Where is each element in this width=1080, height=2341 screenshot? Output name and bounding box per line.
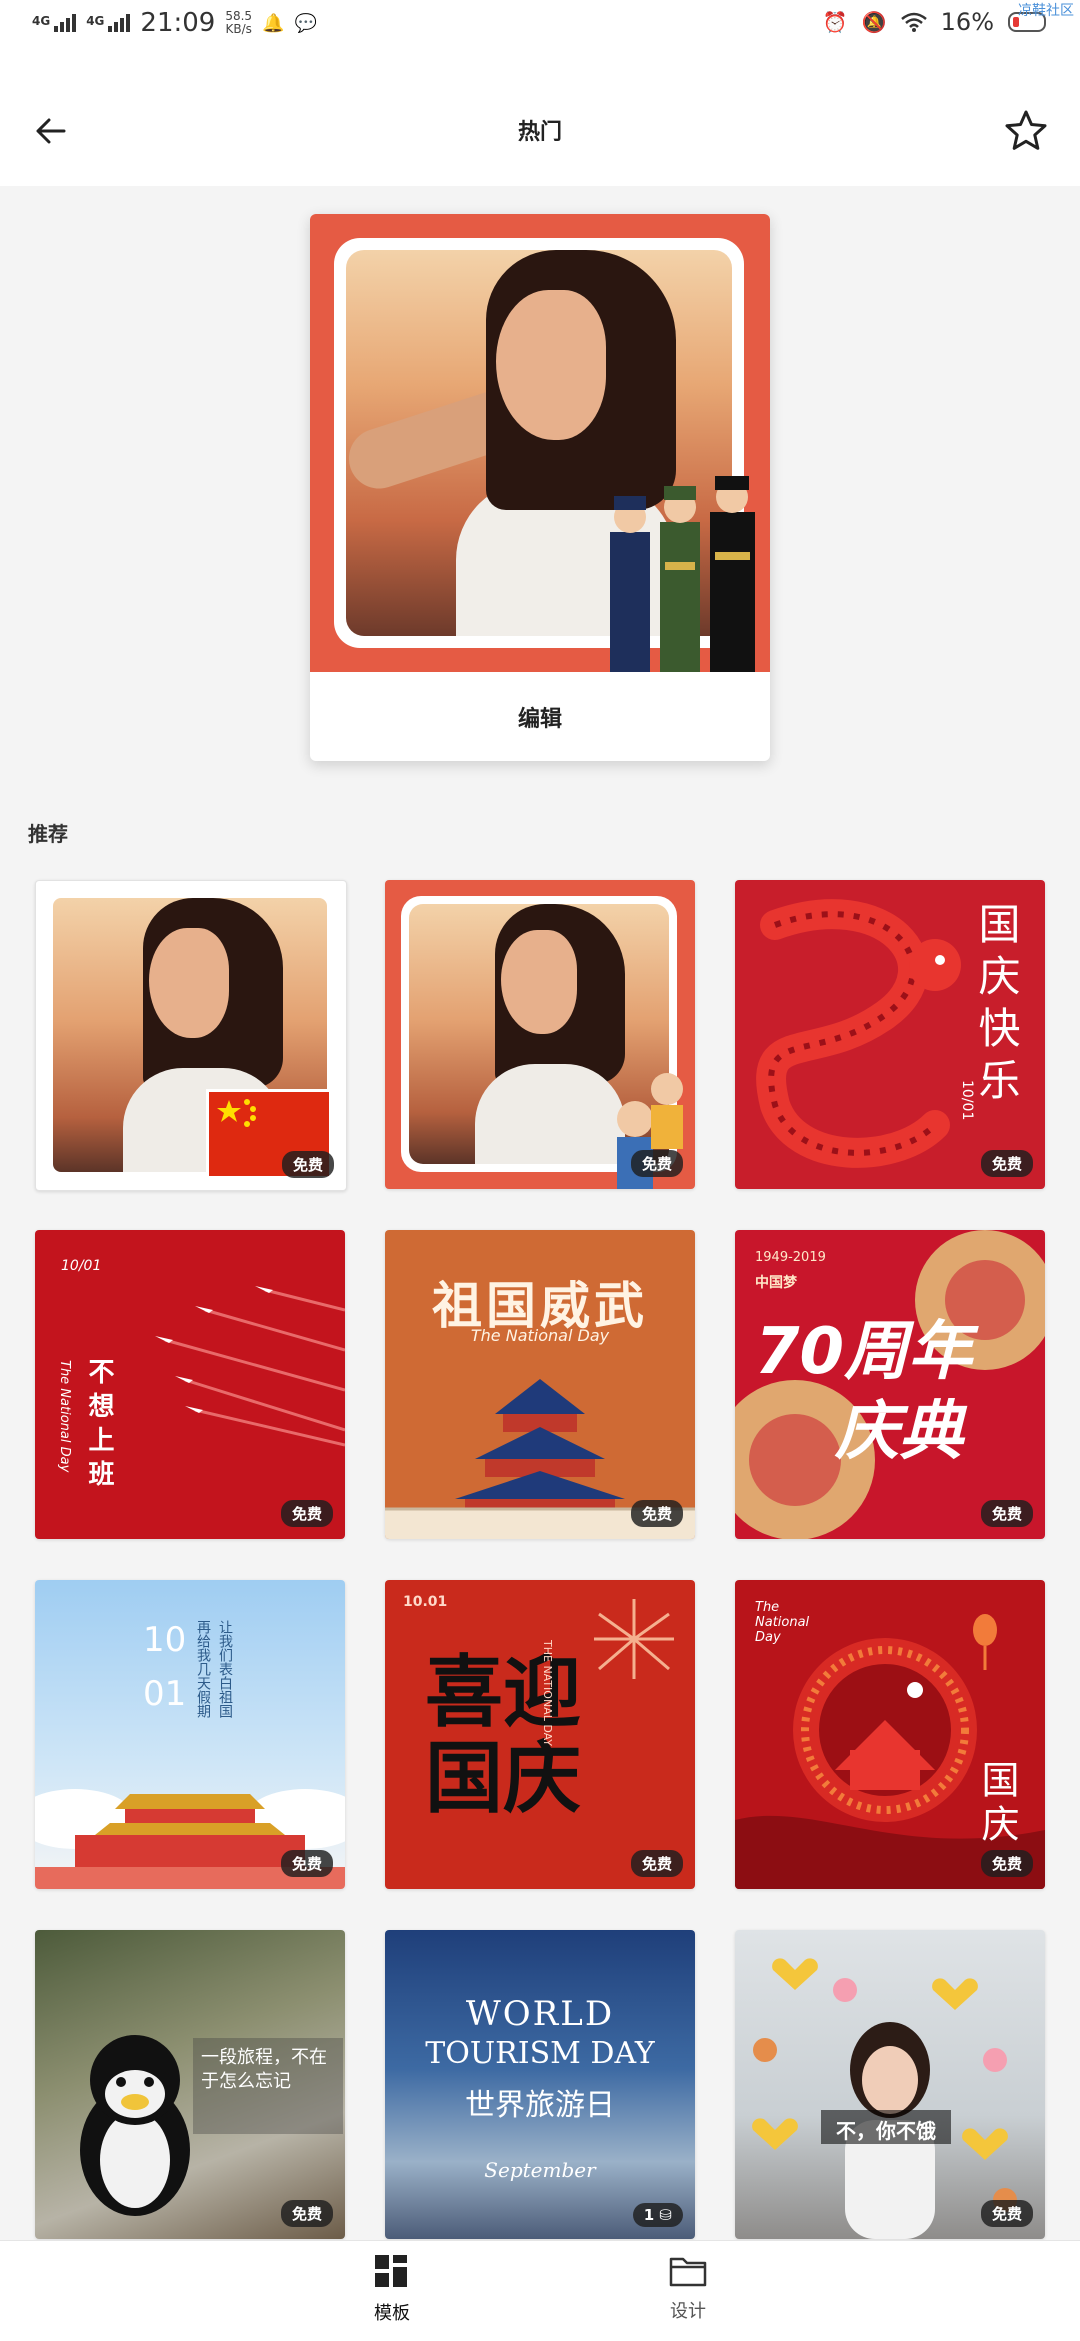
free-badge: 免费 <box>980 2200 1033 2227</box>
tile-title: 不想上班 <box>84 1358 114 1494</box>
tile-poem: 让我们表白祖国 <box>217 1620 233 1718</box>
tile-poem-2: 再给我几天假期 <box>195 1620 211 1718</box>
section-title: 推荐 <box>28 822 68 846</box>
free-badge: 免费 <box>281 1151 334 1178</box>
template-tile[interactable]: 免费 <box>385 880 695 1189</box>
mute-icon: 🔕 <box>861 10 887 34</box>
tile-title-en-1: WORLD <box>465 1994 615 2034</box>
alarm-icon: ⏰ <box>822 10 848 34</box>
hero-template-card[interactable]: 编辑 <box>310 214 770 761</box>
free-badge: 免费 <box>630 1150 683 1177</box>
network-type: 4G <box>32 14 51 28</box>
tile-subtitle: The National Day <box>57 1360 72 1473</box>
clock: 21:09 <box>140 8 216 38</box>
tile-date: 10.01 <box>403 1594 448 1610</box>
tile-subtitle: The National Day <box>470 1326 610 1345</box>
jets-illustration <box>155 1286 345 1447</box>
tile-title-line1: 70周年 <box>755 1315 973 1389</box>
tile-years: 1949-2019 <box>755 1250 826 1265</box>
signal-icon: 4G <box>32 14 77 32</box>
free-badge: 免费 <box>280 2200 333 2227</box>
template-tile[interactable]: 10/01 The National Day 不想上班 免费 <box>35 1230 345 1539</box>
quote-box: 一段旅程，不在于怎么忘记 <box>193 2038 343 2134</box>
free-badge: 免费 <box>980 1150 1033 1177</box>
nav-design-label: 设计 <box>670 2301 706 2322</box>
tile-title: 国庆 <box>975 1760 1019 1848</box>
tile-tag: 中国梦 <box>755 1275 797 1291</box>
template-tile[interactable]: 10 01 让我们表白祖国 再给我几天假期 免费 <box>35 1580 345 1889</box>
food-stickers-illustration <box>752 1958 1017 2239</box>
tile-title: 喜迎国庆 <box>425 1648 582 1824</box>
chat-icon: 💬 <box>294 12 317 34</box>
template-tile[interactable]: The National Day 国庆 免费 <box>735 1580 1045 1889</box>
tile-date: 10/01 <box>959 1080 975 1121</box>
bottom-nav: 模板 设计 <box>0 2240 1080 2341</box>
network-type-2: 4G <box>86 14 105 28</box>
tile-title-line2: 庆典 <box>835 1395 963 1469</box>
header: 热门 <box>0 50 1080 186</box>
folder-icon <box>669 2257 707 2287</box>
nav-templates-label: 模板 <box>374 2303 410 2324</box>
edit-button[interactable]: 编辑 <box>310 672 770 761</box>
status-bar: 4G 4G 21:09 58.5 KB/s 🔔 💬 ⏰ 🔕 16% 凉鞋社区 <box>0 0 1080 50</box>
honor-guard-illustration <box>610 476 755 672</box>
tile-title-en-2: TOURISM DAY <box>425 2036 655 2071</box>
battery-percent: 16% <box>940 8 994 36</box>
signal-icon-2: 4G <box>86 14 131 32</box>
tile-date-day: 01 <box>143 1674 187 1714</box>
page-title: 热门 <box>517 120 562 145</box>
template-tile[interactable]: 一段旅程，不在于怎么忘记 免费 <box>35 1930 345 2239</box>
free-badge: 免费 <box>630 1850 683 1877</box>
tile-quote: 一段旅程，不在于怎么忘记 <box>201 2047 327 2092</box>
template-tile[interactable]: 国庆快乐 10/01 免费 <box>735 880 1045 1189</box>
template-tile[interactable]: 祖国威武 The National Day 免费 <box>385 1230 695 1539</box>
free-badge: 免费 <box>280 1850 333 1877</box>
template-tile[interactable]: 10.01 喜迎国庆 THE NATIONAL DAY 免费 <box>385 1580 695 1889</box>
net-speed: 58.5 KB/s <box>225 9 253 36</box>
template-tile[interactable]: WORLD TOURISM DAY 世界旅游日 September 1 ⛁ <box>385 1930 695 2239</box>
status-right: ⏰ 🔕 16% <box>823 8 1046 36</box>
template-tile[interactable]: 免费 <box>35 880 347 1191</box>
star-icon <box>1005 110 1047 150</box>
tile-title-cn: 世界旅游日 <box>465 2088 615 2123</box>
favorite-button[interactable] <box>998 102 1054 158</box>
tile-month: September <box>484 2158 596 2182</box>
free-badge: 免费 <box>280 1500 333 1527</box>
nav-templates[interactable]: 模板 <box>312 2255 472 2325</box>
nav-design[interactable]: 设计 <box>608 2255 768 2323</box>
caption-box: 不，你不饿 <box>821 2110 951 2144</box>
free-badge: 免费 <box>980 1850 1033 1877</box>
free-badge: 免费 <box>980 1500 1033 1527</box>
tile-date-month: 10 <box>143 1620 187 1660</box>
penguin-toy-illustration <box>80 2035 190 2216</box>
watermark: 凉鞋社区 <box>1018 3 1074 19</box>
wifi-icon <box>900 12 927 32</box>
qq-icon: 🔔 <box>262 12 285 34</box>
hero-template-preview[interactable] <box>310 214 770 672</box>
free-badge: 免费 <box>630 1500 683 1527</box>
status-left: 4G 4G 21:09 58.5 KB/s 🔔 💬 <box>32 8 317 38</box>
template-tile[interactable]: 不，你不饿 免费 <box>735 1930 1045 2239</box>
dragon-illustration <box>756 899 961 1168</box>
tile-subtitle: THE NATIONAL DAY <box>541 1640 554 1747</box>
templates-icon <box>375 2255 407 2287</box>
price-badge: 1 ⛁ <box>632 2203 683 2227</box>
tile-date: 10/01 <box>61 1258 102 1274</box>
tile-caption: 不，你不饿 <box>836 2119 936 2143</box>
tile-title: 国庆快乐 <box>972 902 1021 1110</box>
template-tile[interactable]: 1949-2019 中国梦 70周年 庆典 免费 <box>735 1230 1045 1539</box>
